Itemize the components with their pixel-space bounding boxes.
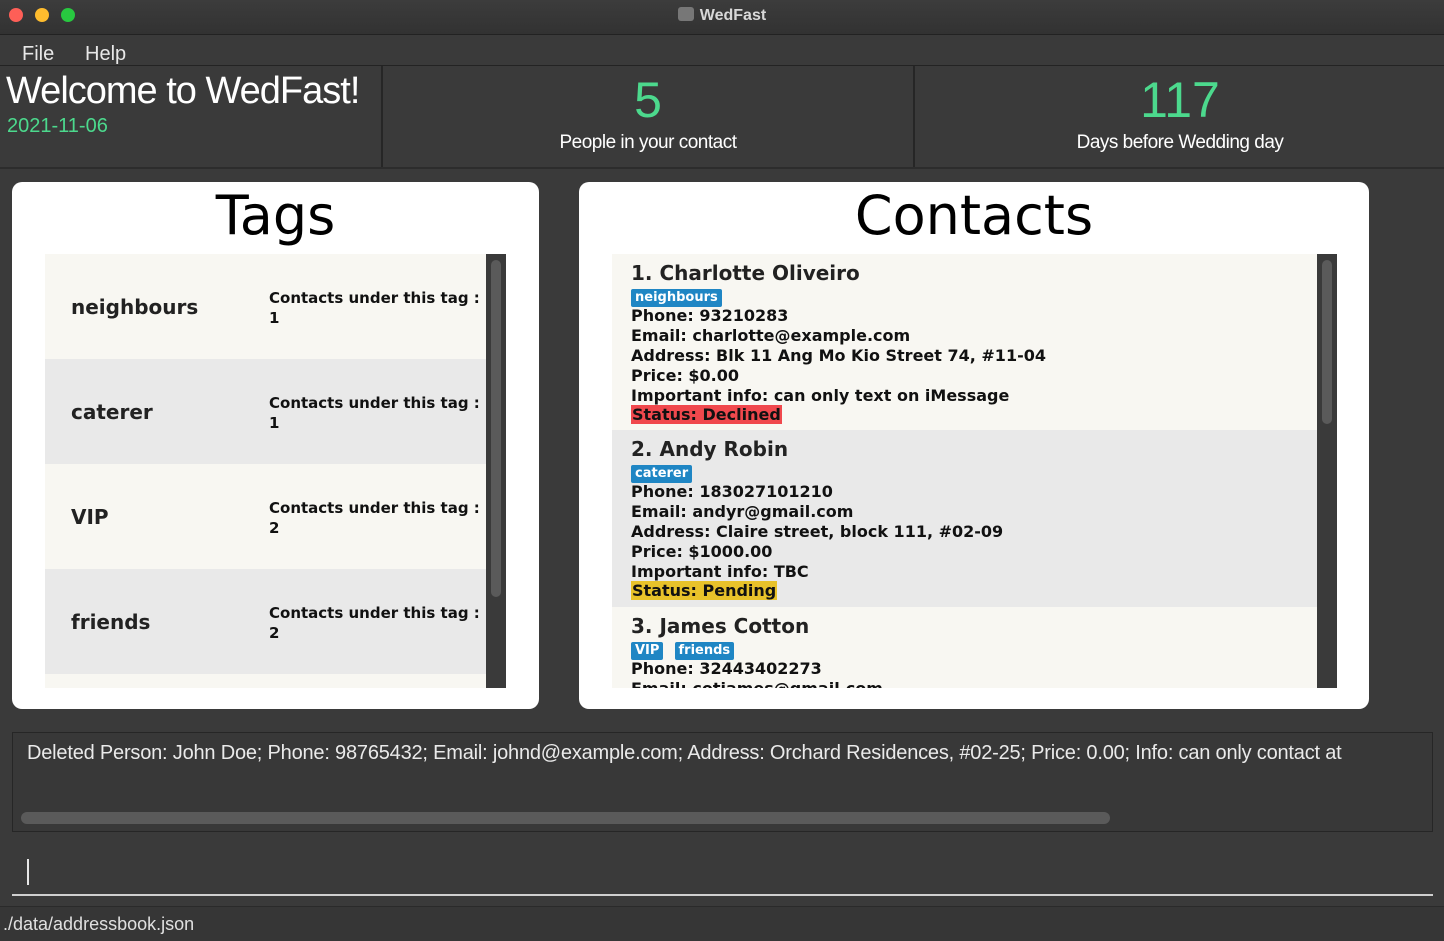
menu-help[interactable]: Help — [85, 43, 126, 66]
tag-count: 1 — [269, 414, 280, 432]
contact-email: Email: charlotte@example.com — [631, 326, 911, 345]
days-count: 117 — [1140, 72, 1220, 128]
tag-item[interactable]: VIP Contacts under this tag : 2 — [45, 464, 486, 569]
window-titlebar: WedFast — [0, 0, 1444, 35]
save-location-path: ./data/addressbook.json — [3, 914, 195, 934]
contacts-panel-title: Contacts — [854, 184, 1094, 247]
contact-address: Address: Blk 11 Ang Mo Kio Street 74, #1… — [631, 346, 1046, 365]
tags-panel-title: Tags — [215, 184, 336, 247]
contact-phone: Phone: 32443402273 — [631, 659, 822, 678]
tag-item[interactable]: caterer Contacts under this tag : 1 — [45, 359, 486, 464]
contact-tags: neighbours — [631, 286, 728, 307]
tags-panel: Tags neighbours Contacts under this tag … — [12, 182, 539, 709]
contact-card[interactable]: 2. Andy Robin caterer Phone: 18302710121… — [612, 430, 1317, 607]
result-display[interactable]: Deleted Person: John Doe; Phone: 9876543… — [12, 732, 1433, 832]
contact-price: Price: $0.00 — [631, 366, 740, 385]
tag-name: caterer — [71, 400, 153, 424]
contact-email: Email: cotjames@gmail.com — [631, 679, 883, 688]
contacts-scrollbar-thumb[interactable] — [1322, 260, 1332, 424]
tag-item[interactable] — [45, 674, 486, 688]
text-cursor — [27, 859, 29, 885]
welcome-title: Welcome to WedFast! — [6, 70, 360, 112]
tags-scrollbar[interactable] — [486, 254, 506, 688]
contacts-list[interactable]: 1. Charlotte Oliveiro neighbours Phone: … — [612, 254, 1337, 688]
tag-count: 1 — [269, 309, 280, 327]
tag-count-label: Contacts under this tag : — [269, 394, 480, 412]
menu-file[interactable]: File — [22, 43, 54, 66]
header-bar: Welcome to WedFast! 2021-11-06 5 People … — [0, 66, 1444, 169]
contact-card[interactable]: 1. Charlotte Oliveiro neighbours Phone: … — [612, 254, 1317, 430]
tag-count: 2 — [269, 519, 280, 537]
window-title-text: WedFast — [699, 7, 767, 24]
tag-item[interactable]: friends Contacts under this tag : 2 — [45, 569, 486, 674]
status-badge: Status: Pending — [631, 581, 778, 600]
contact-name: 1. Charlotte Oliveiro — [631, 261, 860, 285]
current-date: 2021-11-06 — [7, 115, 108, 137]
command-input[interactable] — [12, 848, 1433, 896]
contact-name: 3. James Cotton — [631, 614, 810, 638]
contact-address: Address: Claire street, block 111, #02-0… — [631, 522, 1004, 541]
tag-chip: friends — [674, 642, 735, 660]
contact-card[interactable]: 3. James Cotton VIP friends Phone: 32443… — [612, 607, 1317, 688]
status-badge: Status: Declined — [631, 405, 782, 424]
tag-chip: neighbours — [631, 289, 722, 307]
contact-tags: VIP friends — [631, 639, 740, 660]
tag-name: VIP — [71, 505, 109, 529]
contact-phone: Phone: 93210283 — [631, 306, 789, 325]
tag-count-label: Contacts under this tag : — [269, 604, 480, 622]
tag-count-label: Contacts under this tag : — [269, 499, 480, 517]
app-icon — [677, 7, 694, 21]
contact-name: 2. Andy Robin — [631, 437, 789, 461]
contact-price: Price: $1000.00 — [631, 542, 773, 561]
tag-name: neighbours — [71, 295, 199, 319]
tag-count-label: Contacts under this tag : — [269, 289, 480, 307]
tag-count: 2 — [269, 624, 280, 642]
tag-item[interactable]: neighbours Contacts under this tag : 1 — [45, 254, 486, 359]
contact-phone: Phone: 183027101210 — [631, 482, 833, 501]
menubar: File Help — [0, 35, 1444, 66]
days-count-label: Days before Wedding day — [1076, 132, 1284, 153]
tag-name: friends — [71, 610, 151, 634]
people-count-label: People in your contact — [559, 132, 737, 153]
contact-tags: caterer — [631, 462, 698, 483]
contacts-scrollbar[interactable] — [1317, 254, 1337, 688]
people-count: 5 — [634, 72, 662, 128]
tags-list[interactable]: neighbours Contacts under this tag : 1 c… — [45, 254, 506, 688]
contacts-panel: Contacts 1. Charlotte Oliveiro neighbour… — [579, 182, 1369, 709]
people-count-stat: 5 People in your contact — [383, 66, 913, 167]
tag-chip: caterer — [631, 465, 693, 483]
result-horizontal-scrollbar[interactable] — [21, 812, 1110, 824]
contact-email: Email: andyr@gmail.com — [631, 502, 854, 521]
tags-scrollbar-thumb[interactable] — [491, 260, 501, 597]
status-bar: ./data/addressbook.json — [0, 906, 1444, 941]
contact-info: Important info: can only text on iMessag… — [631, 386, 1010, 405]
tag-chip: VIP — [631, 642, 664, 660]
result-text: Deleted Person: John Doe; Phone: 9876543… — [27, 742, 1342, 764]
window-title: WedFast — [0, 7, 1444, 25]
contact-info: Important info: TBC — [631, 562, 809, 581]
days-left-stat: 117 Days before Wedding day — [915, 66, 1444, 167]
